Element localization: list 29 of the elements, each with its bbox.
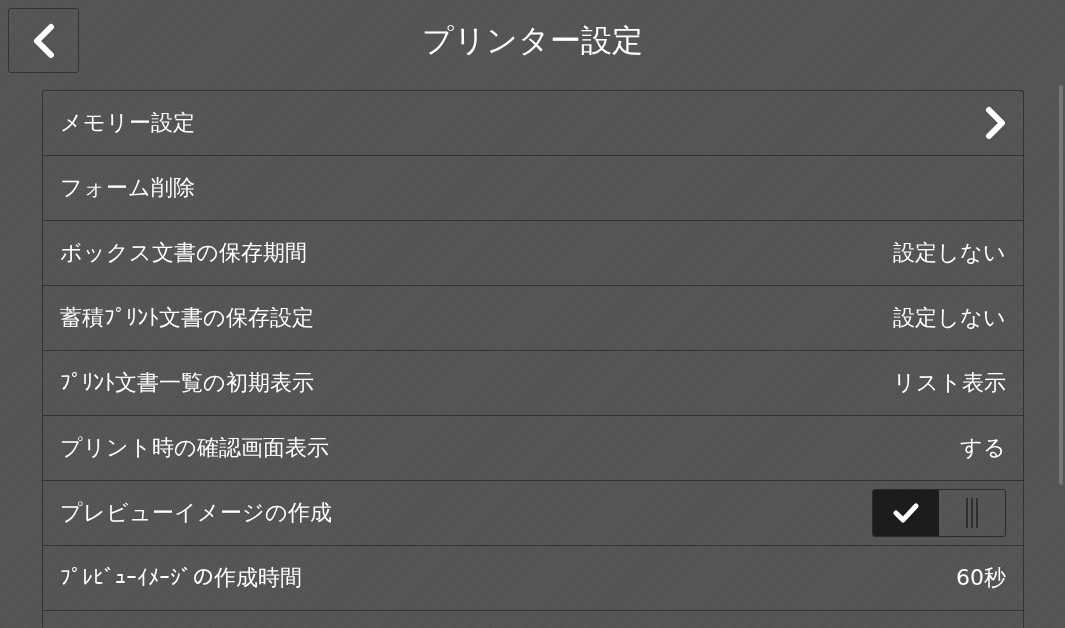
settings-row[interactable]: ﾌﾟﾘﾝﾄ文書一覧の初期表示 リスト表示 bbox=[43, 351, 1023, 416]
setting-value: 60秒 bbox=[956, 564, 1006, 592]
settings-row[interactable]: ボックス文書の保存期間 設定しない bbox=[43, 221, 1023, 286]
setting-label: 蓄積ﾌﾟﾘﾝﾄ文書の保存設定 bbox=[60, 304, 314, 332]
settings-row[interactable]: ﾌﾟﾚﾋﾞｭｰｲﾒｰｼﾞの作成時間 60秒 bbox=[43, 546, 1023, 611]
scrollbar[interactable] bbox=[1059, 85, 1063, 485]
setting-label: フォーム削除 bbox=[60, 174, 195, 202]
settings-row[interactable]: プリント時の確認画面表示 する bbox=[43, 416, 1023, 481]
setting-value: リスト表示 bbox=[893, 369, 1006, 397]
setting-value: 設定しない bbox=[893, 239, 1006, 267]
back-button[interactable] bbox=[8, 8, 79, 73]
back-icon bbox=[31, 22, 56, 59]
settings-row[interactable]: フォーム削除 bbox=[43, 156, 1023, 221]
chevron-right-icon bbox=[984, 106, 1006, 140]
toggle-switch[interactable] bbox=[872, 489, 1006, 537]
settings-row[interactable]: 蓄積ﾌﾟﾘﾝﾄ文書の保存設定 設定しない bbox=[43, 286, 1023, 351]
grip-lines-icon bbox=[965, 498, 979, 528]
setting-label: ﾌﾟﾘﾝﾄ文書一覧の初期表示 bbox=[60, 369, 314, 397]
setting-label: メモリー設定 bbox=[60, 109, 195, 137]
checkmark-icon bbox=[893, 503, 919, 523]
page-title: プリンター設定 bbox=[422, 21, 643, 60]
setting-label: プレビューイメージの作成 bbox=[60, 499, 332, 527]
setting-label: ﾌﾟﾚﾋﾞｭｰｲﾒｰｼﾞの作成時間 bbox=[60, 564, 302, 592]
settings-row[interactable]: メモリー設定 bbox=[43, 91, 1023, 156]
setting-label: ボックス文書の保存期間 bbox=[60, 239, 307, 267]
setting-label: プリント時の確認画面表示 bbox=[60, 434, 329, 462]
setting-value: する bbox=[960, 434, 1006, 462]
settings-row[interactable]: プレビューイメージの作成 bbox=[43, 481, 1023, 546]
setting-value: 設定しない bbox=[893, 304, 1006, 332]
